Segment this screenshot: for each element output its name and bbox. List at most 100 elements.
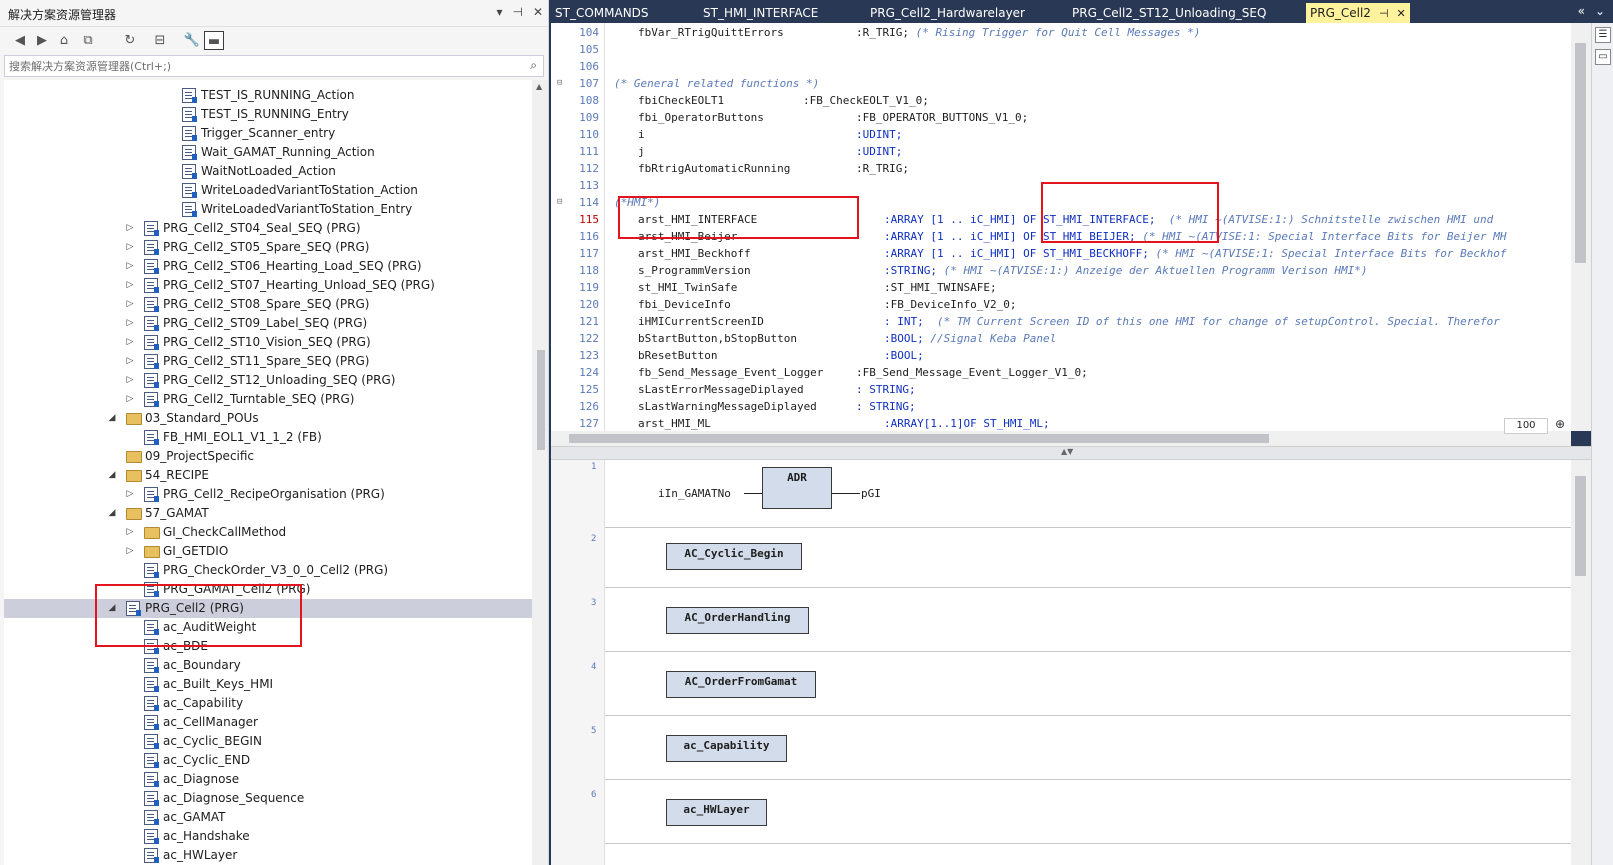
- fbd-action-call-block[interactable]: ac_Capability: [666, 735, 787, 762]
- pin-icon[interactable]: ⊣: [1379, 7, 1389, 20]
- close-tab-icon[interactable]: ✕: [1397, 7, 1406, 20]
- fbd-vertical-scrollbar[interactable]: [1571, 460, 1591, 865]
- expand-icon[interactable]: ▷: [124, 314, 136, 333]
- collapse-icon[interactable]: ◢: [106, 409, 118, 428]
- preview-toggle-icon[interactable]: ▬: [204, 31, 224, 50]
- tree-item[interactable]: ▷ PRG_Cell2_ST06_Hearting_Load_SEQ (PRG): [4, 257, 532, 276]
- code-line[interactable]: 109 fbi_OperatorButtons:FB_OPERATOR_BUTTO…: [551, 109, 1591, 126]
- declaration-editor[interactable]: 104 fbVar_RTrigQuittErrors:R_TRIG; (* Ris…: [551, 23, 1591, 431]
- tree-item[interactable]: 09_ProjectSpecific: [4, 447, 532, 466]
- tree-item[interactable]: ▷ PRG_Cell2_ST07_Hearting_Unload_SEQ (PRG…: [4, 276, 532, 295]
- fbd-action-call-block[interactable]: AC_Cyclic_Begin: [666, 543, 802, 570]
- expand-icon[interactable]: ▷: [124, 276, 136, 295]
- fbd-operator-block[interactable]: ADR: [762, 467, 832, 509]
- tree-item[interactable]: WriteLoadedVariantToStation_Action: [4, 181, 532, 200]
- tree-item[interactable]: ac_AuditWeight: [4, 618, 532, 637]
- tree-item[interactable]: ▷ PRG_Cell2_ST09_Label_SEQ (PRG): [4, 314, 532, 333]
- sync-view-icon[interactable]: ⧉: [78, 31, 98, 50]
- tree-item[interactable]: ▷ GI_GETDIO: [4, 542, 532, 561]
- outline-icon[interactable]: ☰: [1595, 27, 1611, 43]
- properties-icon[interactable]: 🔧: [182, 31, 202, 50]
- tab-dropdown-icon[interactable]: ⌄: [1595, 4, 1605, 18]
- expand-icon[interactable]: ▷: [124, 333, 136, 352]
- scroll-thumb[interactable]: [1575, 476, 1586, 576]
- scroll-thumb[interactable]: [1575, 43, 1586, 263]
- collapse-all-icon[interactable]: ⊟: [150, 31, 170, 50]
- panel-dropdown-icon[interactable]: ▾: [496, 5, 502, 19]
- code-line[interactable]: ⊟ 107 (* General related functions *): [551, 75, 1591, 92]
- code-line[interactable]: 113: [551, 177, 1591, 194]
- tab-prg-cell2-hardwarelayer[interactable]: PRG_Cell2_Hardwarelayer: [866, 3, 1029, 23]
- fbd-action-call-block[interactable]: AC_OrderHandling: [666, 607, 809, 634]
- tree-item[interactable]: Trigger_Scanner_entry: [4, 124, 532, 143]
- fbd-output-variable[interactable]: pGI: [861, 487, 881, 500]
- code-line[interactable]: 120 fbi_DeviceInfo:FB_DeviceInfo_V2_0;: [551, 296, 1591, 313]
- tree-item[interactable]: ◢ 03_Standard_POUs: [4, 409, 532, 428]
- expand-icon[interactable]: ▷: [124, 485, 136, 504]
- fbd-action-call-block[interactable]: AC_OrderFromGamat: [666, 671, 816, 698]
- code-line[interactable]: 104 fbVar_RTrigQuittErrors:R_TRIG; (* Ris…: [551, 24, 1591, 41]
- code-line[interactable]: 125 sLastErrorMessageDiplayed: STRING;: [551, 381, 1591, 398]
- tab-st-commands[interactable]: ST_COMMANDS: [551, 3, 653, 23]
- code-line[interactable]: 123 bResetButton:BOOL;: [551, 347, 1591, 364]
- code-line[interactable]: 110 i:UDINT;: [551, 126, 1591, 143]
- editor-splitter[interactable]: ▲▼: [551, 446, 1591, 460]
- tab-prg-cell2[interactable]: PRG_Cell2 ⊣ ✕: [1306, 3, 1410, 23]
- fbd-network[interactable]: [605, 460, 1591, 528]
- tree-item[interactable]: ▷ PRG_Cell2_ST10_Vision_SEQ (PRG): [4, 333, 532, 352]
- tree-item[interactable]: ac_Handshake: [4, 827, 532, 846]
- code-line[interactable]: 126 sLastWarningMessageDiplayed: STRING;: [551, 398, 1591, 415]
- expand-icon[interactable]: ▷: [124, 257, 136, 276]
- back-icon[interactable]: ◀: [10, 31, 30, 50]
- tree-item[interactable]: Wait_GAMAT_Running_Action: [4, 143, 532, 162]
- tree-item[interactable]: ▷ PRG_Cell2_ST05_Spare_SEQ (PRG): [4, 238, 532, 257]
- code-line[interactable]: 117 arst_HMI_Beckhoff:ARRAY [1 .. iC_HMI]…: [551, 245, 1591, 262]
- code-line[interactable]: 106: [551, 58, 1591, 75]
- toolbox-icon[interactable]: ▭: [1595, 49, 1611, 65]
- tree-item[interactable]: ac_Capability: [4, 694, 532, 713]
- tree-item[interactable]: ac_Diagnose: [4, 770, 532, 789]
- code-line[interactable]: 111 j:UDINT;: [551, 143, 1591, 160]
- fbd-action-call-block[interactable]: ac_HWLayer: [666, 799, 767, 826]
- tree-item[interactable]: ▷ PRG_Cell2_RecipeOrganisation (PRG): [4, 485, 532, 504]
- tree-item[interactable]: ac_CellManager: [4, 713, 532, 732]
- expand-icon[interactable]: ▷: [124, 238, 136, 257]
- tree-item[interactable]: ◢ 54_RECIPE: [4, 466, 532, 485]
- tree-item[interactable]: ◢ 57_GAMAT: [4, 504, 532, 523]
- code-line[interactable]: 116 arst_HMI_Beijer:ARRAY [1 .. iC_HMI] O…: [551, 228, 1591, 245]
- zoom-level[interactable]: 100: [1504, 418, 1548, 434]
- collapse-icon[interactable]: ◢: [106, 599, 118, 618]
- close-icon[interactable]: ✕: [533, 5, 543, 19]
- solution-tree-scrollbar[interactable]: ▲: [532, 80, 548, 865]
- scroll-thumb[interactable]: [537, 350, 545, 450]
- tree-item[interactable]: ac_BDE: [4, 637, 532, 656]
- code-line[interactable]: 124 fb_Send_Message_Event_Logger:FB_Send_…: [551, 364, 1591, 381]
- tree-item[interactable]: WaitNotLoaded_Action: [4, 162, 532, 181]
- tab-st-hmi-interface[interactable]: ST_HMI_INTERFACE: [699, 3, 822, 23]
- tree-item[interactable]: ac_Cyclic_END: [4, 751, 532, 770]
- tree-item[interactable]: ◢ PRG_Cell2 (PRG): [4, 599, 532, 618]
- tree-item[interactable]: ac_Boundary: [4, 656, 532, 675]
- collapse-icon[interactable]: ◢: [106, 504, 118, 523]
- code-line[interactable]: ⊟ 114 (*HMI*): [551, 194, 1591, 211]
- tab-prg-cell2-st12-unloading-seq[interactable]: PRG_Cell2_ST12_Unloading_SEQ: [1068, 3, 1270, 23]
- search-icon[interactable]: ⌕: [530, 58, 537, 73]
- expand-icon[interactable]: ▷: [124, 352, 136, 371]
- declaration-vertical-scrollbar[interactable]: [1571, 23, 1591, 431]
- history-icon[interactable]: ↻: [120, 31, 140, 50]
- search-input[interactable]: [9, 58, 509, 75]
- tree-item[interactable]: ▷ PRG_Cell2_ST11_Spare_SEQ (PRG): [4, 352, 532, 371]
- forward-icon[interactable]: ▶: [32, 31, 52, 50]
- expand-icon[interactable]: ▷: [124, 219, 136, 238]
- code-line[interactable]: 112 fbRtrigAutomaticRunning:R_TRIG;: [551, 160, 1591, 177]
- tree-item[interactable]: ▷ PRG_Cell2_ST08_Spare_SEQ (PRG): [4, 295, 532, 314]
- code-line[interactable]: 127 arst_HMI_ML:ARRAY[1..1]OF ST_HMI_ML;: [551, 415, 1591, 431]
- code-line[interactable]: 108 fbiCheckEOLT1:FB_CheckEOLT_V1_0;: [551, 92, 1591, 109]
- code-line[interactable]: 118 s_ProgrammVersion:STRING; (* HMI ~(AT…: [551, 262, 1591, 279]
- expand-icon[interactable]: ▷: [124, 371, 136, 390]
- solution-explorer-search[interactable]: ⌕: [4, 55, 544, 77]
- home-icon[interactable]: ⌂: [54, 31, 74, 50]
- code-line[interactable]: 115 arst_HMI_INTERFACE:ARRAY [1 .. iC_HMI…: [551, 211, 1591, 228]
- expand-icon[interactable]: ▷: [124, 390, 136, 409]
- tree-item[interactable]: ▷ PRG_Cell2_Turntable_SEQ (PRG): [4, 390, 532, 409]
